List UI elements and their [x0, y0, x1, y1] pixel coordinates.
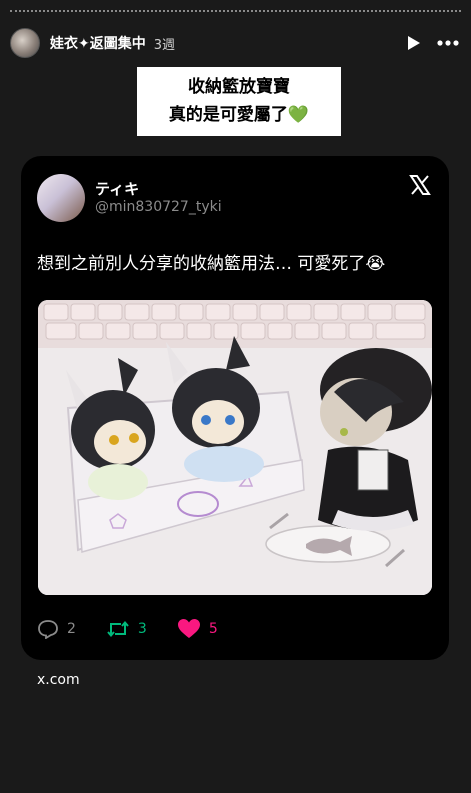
- repost-icon: [107, 620, 129, 637]
- story-progress-bar: [10, 10, 461, 14]
- reply-action[interactable]: 2: [37, 619, 76, 639]
- post-author-name[interactable]: ティキ: [95, 178, 139, 199]
- link-source[interactable]: x.com: [37, 672, 80, 688]
- story-header: 娃衣✦返圖集中 3週: [10, 26, 461, 60]
- like-count: 5: [208, 620, 218, 637]
- caption-line-1: 收納籃放寶寶: [188, 77, 290, 97]
- post-photo[interactable]: [38, 300, 432, 595]
- account-name[interactable]: 娃衣✦返圖集中: [50, 33, 146, 53]
- repost-count: 3: [137, 620, 147, 637]
- post-age: 3週: [153, 37, 176, 53]
- like-action[interactable]: 5: [177, 618, 218, 639]
- repost-action[interactable]: 3: [106, 619, 147, 639]
- story-caption: 收納籃放寶寶 真的是可愛屬了💚: [137, 67, 341, 136]
- reply-icon: [38, 619, 58, 639]
- embedded-post-card[interactable]: ティキ @min830727_tyki 想到之前別人分享的收納籃用法… 可愛死了…: [21, 156, 449, 660]
- reply-count: 2: [67, 620, 76, 637]
- post-text: 想到之前別人分享的收納籃用法… 可愛死了😭: [37, 254, 386, 274]
- caption-line-2: 真的是可愛屬了💚: [168, 105, 310, 125]
- play-icon[interactable]: [401, 30, 427, 56]
- x-logo-icon: [409, 174, 431, 196]
- post-author-handle[interactable]: @min830727_tyki: [95, 199, 222, 215]
- post-actions: 2 3 5: [37, 618, 248, 639]
- heart-icon: [177, 619, 200, 638]
- more-options-icon[interactable]: [435, 30, 461, 56]
- account-avatar[interactable]: [10, 28, 40, 58]
- post-author-avatar[interactable]: [37, 174, 85, 222]
